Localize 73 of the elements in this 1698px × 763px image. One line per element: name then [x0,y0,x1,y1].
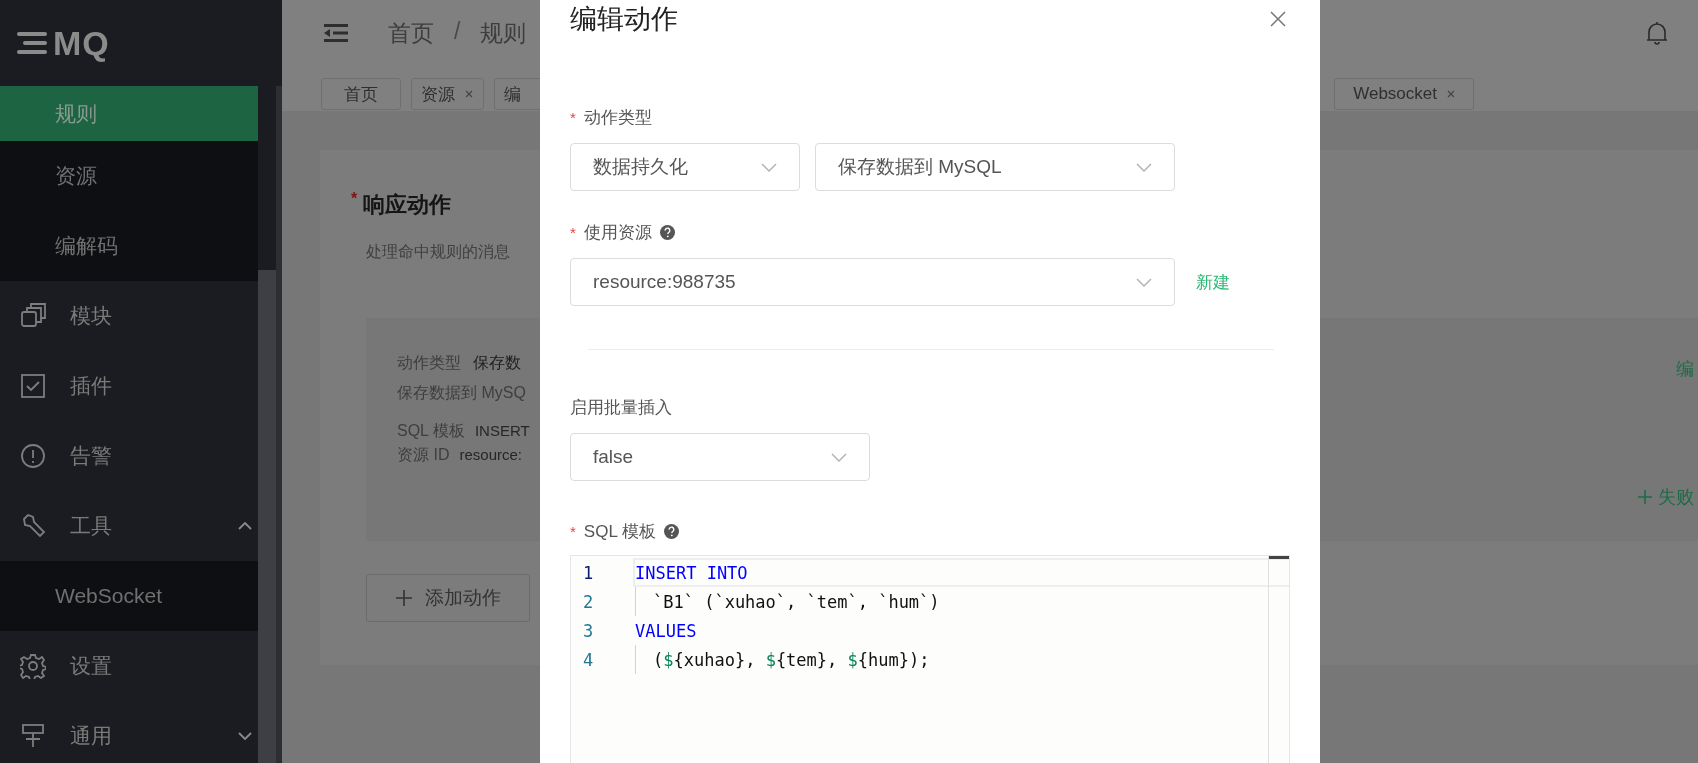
scrollbar-thumb[interactable] [1269,556,1289,559]
submenu-item[interactable]: WebSocket [0,561,258,631]
scrollbar-thumb[interactable] [258,270,276,763]
chevron-down-icon [761,162,777,172]
caret-icon [238,732,252,740]
select-field[interactable]: 数据持久化 [570,143,800,191]
field-label: 资源 ID [397,445,450,465]
select-field[interactable]: 保存数据到 MySQL [815,143,1175,191]
code-line: (${xuhao}, ${tem}, ${hum}); [653,649,930,670]
field-label: 使用资源 [583,222,652,244]
required-mark: * [570,109,576,126]
close-icon[interactable] [1447,90,1455,98]
breadcrumb-separator: / [454,17,461,46]
help-icon[interactable] [663,524,679,539]
chevron-down-icon [1136,277,1152,287]
dialog-title: 编辑动作 [570,3,678,36]
caret-icon [238,522,252,530]
help-icon[interactable] [659,225,675,240]
breadcrumb-link[interactable]: 首页 [388,17,434,49]
line-number: 4 [582,649,595,670]
wrench-icon [20,513,46,539]
field-label: 启用批量插入 [570,397,672,419]
submenu-item[interactable]: 规则 [0,86,258,141]
copy-icon [20,303,46,329]
line-number: 2 [582,591,595,612]
page-tab[interactable]: Websocket [1334,78,1474,110]
submenu-item[interactable]: 资源 [0,141,258,211]
menu-item[interactable]: 设置 [0,631,258,701]
sign-icon [20,723,46,749]
check-icon [20,373,46,399]
code-editor[interactable]: 1 INSERT INTO 2 `B1` (`xuhao`, `tem`, `hum`) 3 VALUES 4 (${xuhao}, ${tem}, ${hum}); [570,555,1290,763]
menu-item[interactable]: 告警 [0,421,258,491]
required-mark: * [570,224,576,241]
menu-item[interactable]: 模块 [0,281,258,351]
menu-item[interactable]: 工具 [0,491,258,561]
line-number: 1 [582,562,595,583]
required-mark: * [351,190,358,208]
breadcrumb-link[interactable]: 规则 [480,17,527,49]
gear-icon [20,653,46,679]
field-value: 保存数 [473,353,521,373]
select-field[interactable]: false [570,433,870,481]
chevron-down-icon [1136,162,1152,172]
menu-fold-icon[interactable] [324,23,348,43]
submenu-item[interactable]: 编解码 [0,211,258,281]
section-title: 响应动作 [363,191,452,219]
field-value: INSERT [474,422,530,439]
field-label: 动作类型 [397,353,461,373]
line-number: 3 [582,620,595,641]
alert-icon [20,443,46,469]
field-label: 动作类型 [583,107,652,129]
close-icon[interactable] [465,90,473,98]
code-line: INSERT INTO [635,562,748,583]
field-label: SQL 模板 [583,521,656,543]
chevron-down-icon [831,452,847,462]
bell-icon[interactable] [1646,21,1668,45]
select-field[interactable]: resource:988735 [570,258,1175,306]
plus-icon [395,589,413,607]
page-tab[interactable]: 资源 [411,78,484,110]
code-line: `B1` (`xuhao`, `tem`, `hum`) [653,591,940,612]
menu-item[interactable]: 通用 [0,701,258,763]
action-description: 保存数据到 MySQ [397,383,527,403]
field-label: SQL 模板 [397,421,465,441]
logo-text: MQ [53,23,110,63]
field-value: resource: [459,446,522,463]
required-mark: * [570,523,576,540]
add-action-button[interactable]: 添加动作 [366,574,530,622]
plus-icon [1637,489,1653,505]
menu-item[interactable]: 插件 [0,351,258,421]
section-description: 处理命中规则的消息 [366,242,511,262]
code-line: VALUES [635,620,697,641]
new-link[interactable]: 新建 [1196,270,1230,294]
close-icon[interactable] [1270,11,1286,27]
page-tab[interactable]: 首页 [321,78,401,110]
